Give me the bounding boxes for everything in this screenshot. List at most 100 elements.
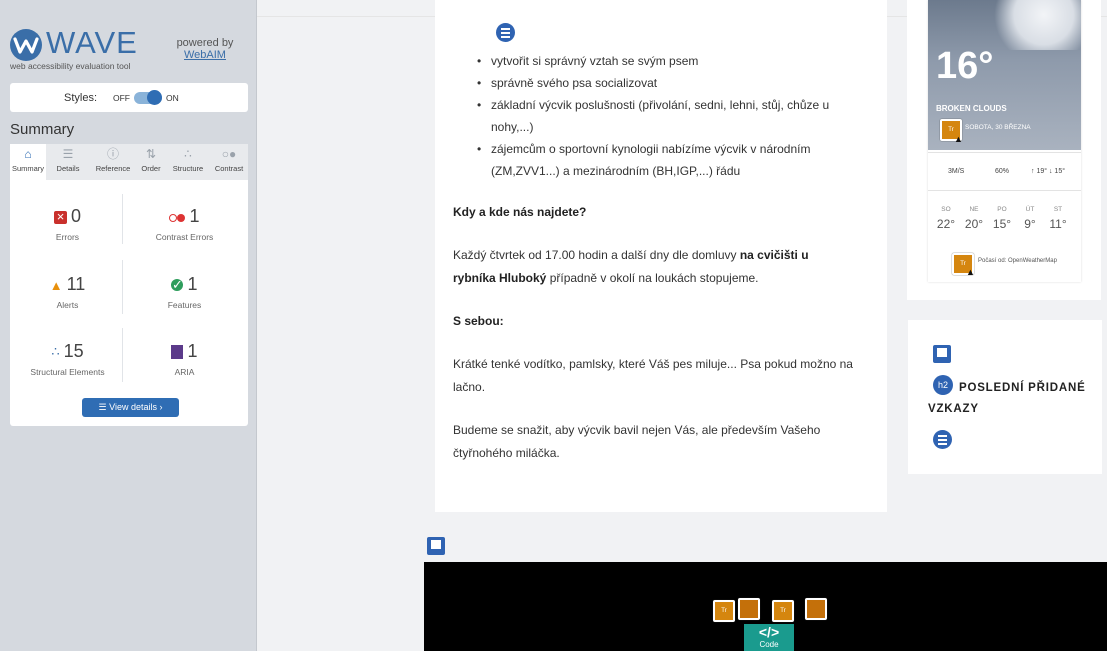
stat-features[interactable]: ✓ 1 Features [132, 274, 237, 310]
tab-structure[interactable]: ∴ Structure [166, 144, 210, 180]
stat-alerts[interactable]: ▲ 11 Alerts [15, 274, 120, 310]
view-details-label: View details › [109, 402, 163, 412]
tab-label: Reference [95, 164, 131, 173]
aria-label: ARIA [174, 367, 195, 377]
tab-summary[interactable]: ⌂ Summary [10, 144, 46, 180]
wave-sidebar: WAVE web accessibility evaluation tool p… [0, 0, 257, 651]
contrast-errors-count: 1 [189, 206, 200, 226]
stat-errors[interactable]: × 0 Errors [15, 206, 120, 242]
tab-details[interactable]: ☰ Details [46, 144, 90, 180]
home-icon: ⌂ [24, 147, 32, 161]
errors-count: 0 [70, 206, 81, 226]
features-label: Features [167, 300, 202, 310]
weather-humidity: 60% [995, 168, 1010, 175]
weather-date: SOBOTA, 30 BŘEZNA [965, 124, 1031, 131]
forecast-day: SO [941, 206, 951, 213]
styles-toggle-box: Styles: OFF ON [10, 83, 248, 112]
warning-icon: ▲ [954, 134, 963, 144]
wave-logo-text: WAVE [46, 25, 138, 60]
footer: Tr Tr </> Code [424, 562, 1107, 651]
weather-condition: BROKEN CLOUDS [936, 104, 1007, 113]
image-badge-icon[interactable] [805, 598, 827, 620]
code-sublabel: Code [759, 640, 779, 649]
weather-source: Počasí od: OpenWeatherMap [978, 258, 1057, 264]
wave-tabs: ⌂ Summary ☰ Details ⓘ Reference ⇅ Order … [10, 144, 248, 180]
stat-divider [122, 194, 123, 244]
aria-icon [171, 345, 184, 360]
stat-aria[interactable]: 1 ARIA [132, 341, 237, 377]
structure-icon: ∴ [184, 147, 192, 161]
tab-reference[interactable]: ⓘ Reference [90, 144, 136, 180]
tab-contrast[interactable]: ○● Contrast [210, 144, 248, 180]
list-item: zájemcům o sportovní kynologii nabízíme … [475, 138, 865, 182]
structural-count: 15 [63, 341, 84, 361]
paragraph-where: Každý čtvrtek od 17.00 hodin a další dny… [453, 244, 853, 290]
stat-structural[interactable]: ∴ 15 Structural Elements [15, 341, 120, 377]
alerts-count: 11 [66, 274, 86, 294]
wave-tagline: web accessibility evaluation tool [10, 61, 131, 71]
forecast-day: NE [969, 206, 979, 213]
structural-label: Structural Elements [30, 367, 105, 377]
list-item: správně svého psa socializovat [475, 72, 865, 94]
forecast-temp: 11° [1049, 217, 1067, 231]
heading-where: Kdy a kde nás najdete? [453, 205, 587, 219]
powered-by-label: powered by [176, 37, 234, 49]
list-item: základní výcvik poslušnosti (přivolání, … [475, 94, 865, 138]
stat-divider [122, 260, 123, 314]
info-icon: ⓘ [106, 147, 119, 161]
styles-on-label: ON [166, 93, 179, 103]
forecast-temp: 9° [1024, 217, 1036, 231]
wave-header: WAVE web accessibility evaluation tool p… [0, 16, 257, 74]
latest-messages-card: h2 POSLEDNÍ PŘIDANÉ VZKAZY [908, 320, 1102, 474]
list-icon: ☰ [62, 147, 74, 161]
main-content-card: vytvořit si správný vztah se svým psem s… [435, 0, 887, 512]
forecast-day: PO [997, 206, 1007, 213]
paragraph-bring: Krátké tenké vodítko, pamlsky, které Váš… [453, 357, 853, 394]
view-details-button[interactable]: ☰ View details › [82, 398, 179, 417]
landmark-icon[interactable] [427, 537, 445, 555]
table-row-badge-icon[interactable]: Tr [772, 600, 794, 622]
paragraph-text: případně v okolí na loukách stopujeme. [549, 271, 759, 285]
features-count: 1 [187, 274, 198, 294]
error-icon: × [53, 210, 67, 224]
tab-label: Order [141, 164, 161, 173]
landmark-icon[interactable] [933, 345, 951, 363]
stat-divider [122, 328, 123, 382]
tab-label: Contrast [214, 164, 244, 173]
code-icon[interactable]: </> Code [744, 624, 794, 651]
aria-count: 1 [187, 341, 198, 361]
list-icon[interactable] [496, 23, 515, 42]
tab-order[interactable]: ⇅ Order [136, 144, 166, 180]
structure-icon: ∴ [51, 344, 60, 360]
training-list: vytvořit si správný vztah se svým psem s… [475, 50, 865, 182]
weather-widget: 16° BROKEN CLOUDS Tr ▲ SOBOTA, 30 BŘEZNA… [928, 0, 1081, 282]
feature-check-icon: ✓ [171, 277, 184, 293]
forecast-day: ÚT [1025, 206, 1035, 213]
summary-title: Summary [10, 121, 75, 138]
tab-label: Details [56, 164, 80, 173]
divider [928, 190, 1081, 191]
styles-off-label: OFF [113, 93, 130, 103]
weather-minmax: ↑ 19° ↓ 15° [1031, 168, 1066, 175]
forecast-temp: 22° [936, 217, 956, 231]
contrast-errors-label: Contrast Errors [155, 232, 214, 242]
tab-label: Summary [11, 164, 45, 173]
order-icon: ⇅ [145, 147, 157, 161]
tab-label: Structure [172, 164, 204, 173]
alert-icon: ▲ [49, 277, 63, 293]
wave-logo-icon [10, 29, 42, 61]
styles-toggle-knob[interactable] [147, 90, 162, 105]
table-row-badge-icon[interactable]: Tr [713, 600, 735, 622]
divider [928, 152, 1081, 153]
stat-contrast-errors[interactable]: 1 Contrast Errors [132, 206, 237, 242]
heading-bring: S sebou: [453, 314, 504, 328]
list-icon[interactable] [933, 430, 952, 449]
list-icon: ☰ [98, 402, 110, 412]
paragraph-text: Každý čtvrtek od 17.00 hodin a další dny… [453, 248, 737, 262]
image-badge-icon[interactable] [738, 598, 760, 620]
forecast-day: ST [1053, 206, 1063, 213]
weather-wind: 3M/S [948, 168, 965, 175]
webaim-link[interactable]: WebAIM [170, 49, 240, 61]
forecast-temp: 20° [964, 217, 984, 231]
code-label: </> [758, 624, 780, 640]
